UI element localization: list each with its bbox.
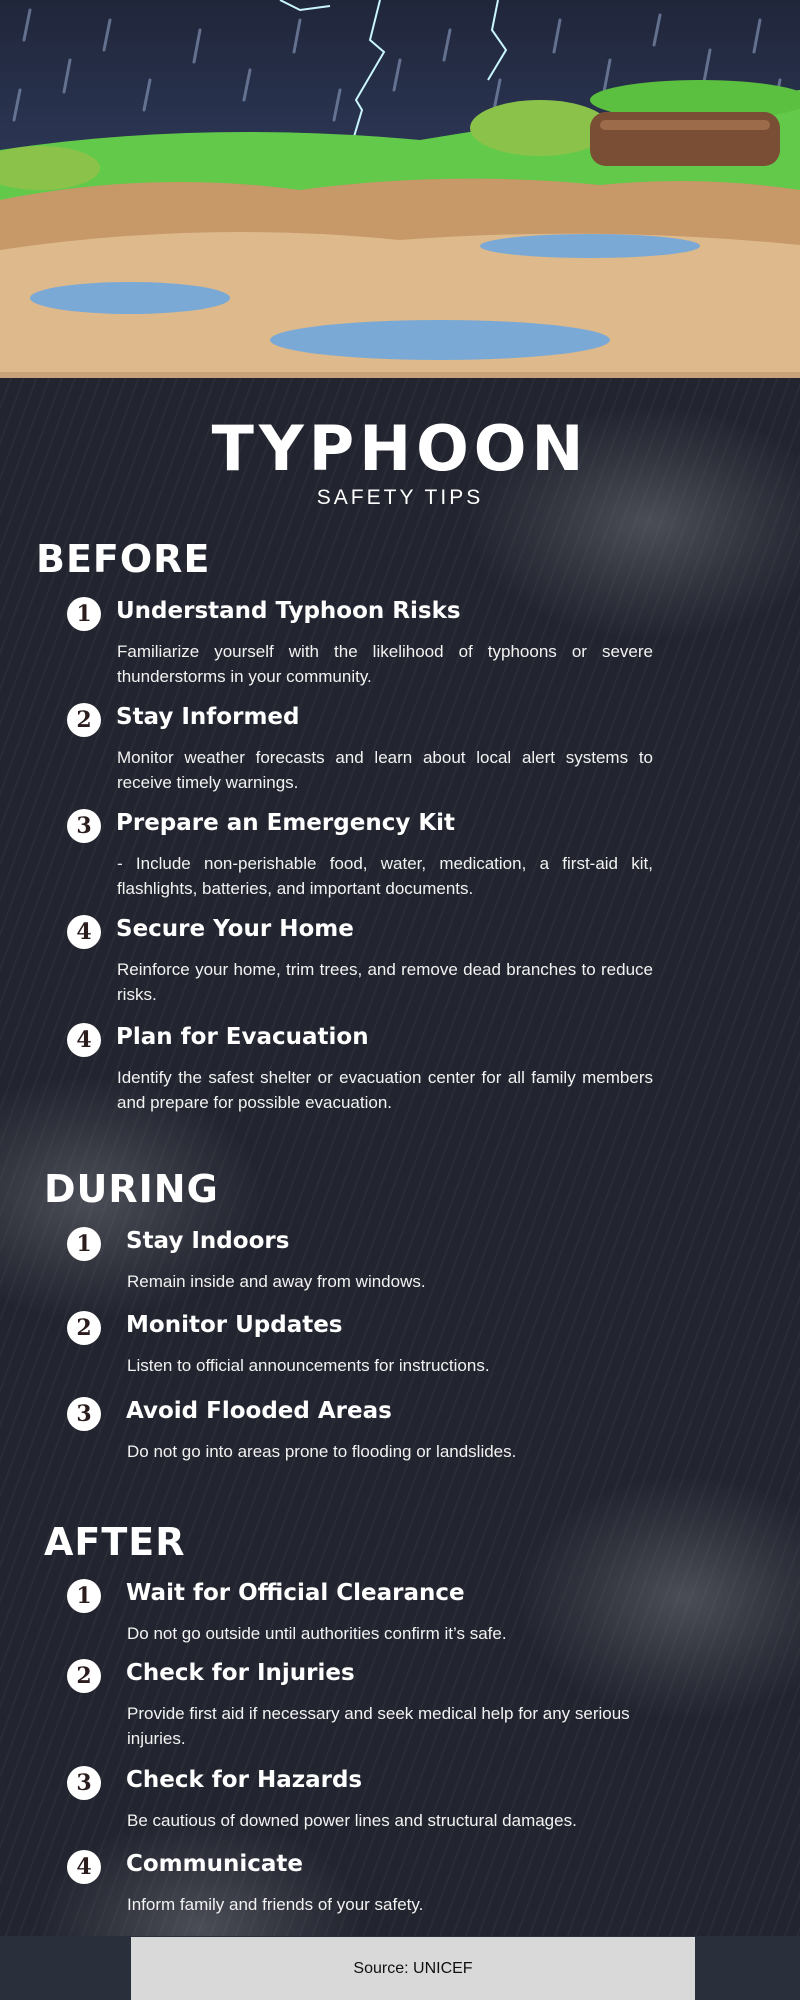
tip-title: Prepare an Emergency Kit: [116, 810, 456, 836]
tip-title: Stay Indoors: [126, 1228, 290, 1254]
source-footer: Source: UNICEF: [131, 1937, 695, 2000]
tip-title: Check for Hazards: [126, 1767, 363, 1793]
tip-title: Avoid Flooded Areas: [126, 1398, 392, 1424]
tip-title: Stay Informed: [116, 704, 300, 730]
number-badge: 1: [67, 1579, 101, 1613]
tip-description: Reinforce your home, trim trees, and rem…: [117, 960, 653, 1004]
tip-description: Provide first aid if necessary and seek …: [127, 1704, 630, 1748]
page-title: TYPHOON: [211, 412, 589, 485]
number-badge: 2: [67, 703, 101, 737]
section-heading-before: BEFORE: [36, 537, 211, 581]
tip-description: Listen to official announcements for ins…: [127, 1356, 490, 1375]
tip-description: Remain inside and away from windows.: [127, 1272, 426, 1291]
number-badge: 4: [67, 1023, 101, 1057]
tip-title: Understand Typhoon Risks: [116, 598, 461, 624]
number-badge: 4: [67, 1850, 101, 1884]
tip-description: Do not go into areas prone to flooding o…: [127, 1442, 517, 1461]
tip-title: Plan for Evacuation: [116, 1024, 369, 1050]
number-badge: 3: [67, 1397, 101, 1431]
tip-title: Communicate: [126, 1851, 303, 1877]
number-badge: 1: [67, 1227, 101, 1261]
content-panel: TYPHOON SAFETY TIPS BEFORE 1 Understand …: [0, 378, 800, 2000]
stormy-landscape-illustration: [0, 0, 800, 378]
tip-description: Monitor weather forecasts and learn abou…: [117, 748, 653, 792]
cloud-decoration-bottom-right: [520, 1478, 800, 1718]
number-badge: 3: [67, 1766, 101, 1800]
number-badge: 2: [67, 1659, 101, 1693]
tip-title: Wait for Official Clearance: [126, 1580, 465, 1606]
tip-description: Familiarize yourself with the likelihood…: [117, 642, 653, 686]
number-badge: 2: [67, 1311, 101, 1345]
tip-title: Secure Your Home: [116, 916, 354, 942]
hero-illustration: [0, 0, 800, 378]
tip-description: Identify the safest shelter or evacuatio…: [117, 1068, 653, 1112]
number-badge: 4: [67, 915, 101, 949]
tip-description: Do not go outside until authorities conf…: [127, 1624, 507, 1643]
tip-description: Be cautious of downed power lines and st…: [127, 1811, 577, 1830]
tip-title: Monitor Updates: [126, 1312, 343, 1338]
number-badge: 3: [67, 809, 101, 843]
section-heading-after: AFTER: [44, 1520, 186, 1564]
tip-description: - Include non-perishable food, water, me…: [117, 854, 653, 898]
section-heading-during: DURING: [44, 1167, 219, 1211]
tip-description: Inform family and friends of your safety…: [127, 1895, 424, 1914]
page-subtitle: SAFETY TIPS: [316, 486, 484, 509]
tip-title: Check for Injuries: [126, 1660, 355, 1686]
number-badge: 1: [67, 597, 101, 631]
